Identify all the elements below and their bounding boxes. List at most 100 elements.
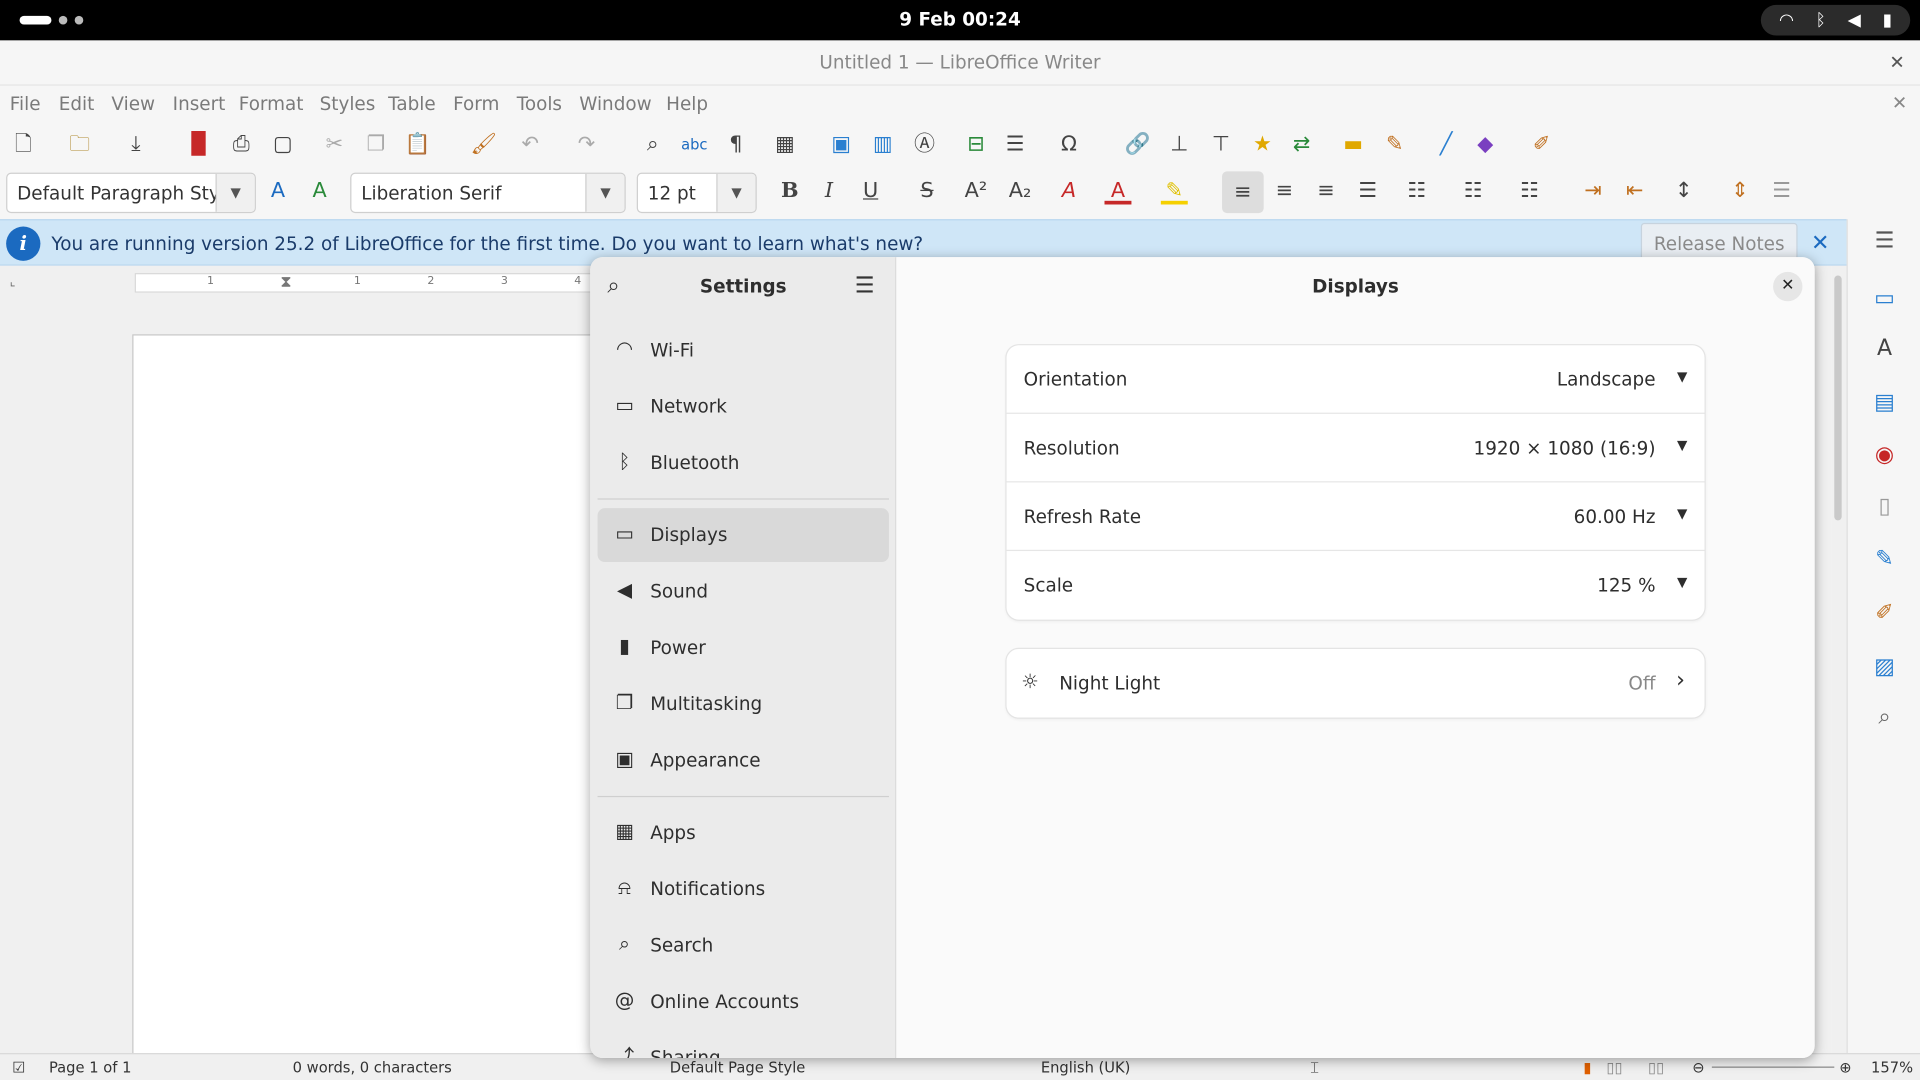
chevron-down-icon[interactable]: ▼: [215, 173, 255, 212]
paste-icon[interactable]: 📋: [404, 131, 431, 158]
insert-table-icon[interactable]: ▦: [771, 131, 798, 158]
paragraph-style-combo[interactable]: Default Paragraph Style ▼: [6, 172, 256, 214]
increase-indent-icon[interactable]: ⇥: [1580, 178, 1607, 205]
undo-icon[interactable]: ↶: [517, 131, 544, 158]
cut-icon[interactable]: ✂: [321, 131, 348, 158]
hamburger-menu-icon[interactable]: ☰: [855, 273, 875, 299]
sidebar-item-bluetooth[interactable]: ᛒ Bluetooth: [598, 436, 889, 490]
bullet-list-icon[interactable]: ☷: [1403, 178, 1430, 205]
refresh-rate-row[interactable]: Refresh Rate 60.00 Hz ▼: [1006, 482, 1705, 552]
language[interactable]: English (UK): [1041, 1059, 1131, 1076]
resolution-row[interactable]: Resolution 1920 × 1080 (16:9) ▼: [1006, 414, 1705, 483]
style-inspector-icon[interactable]: ✎: [1870, 545, 1899, 574]
sidebar-item-multitasking[interactable]: ❐ Multitasking: [598, 677, 889, 731]
font-color-icon[interactable]: A: [1104, 178, 1132, 205]
chevron-down-icon[interactable]: ▼: [716, 173, 756, 212]
justify-icon[interactable]: ☰: [1354, 178, 1381, 205]
word-count[interactable]: 0 words, 0 characters: [293, 1059, 452, 1076]
insert-chart-icon[interactable]: ▥: [869, 131, 896, 158]
sidebar-item-apps[interactable]: ▦ Apps: [598, 806, 889, 860]
underline-icon[interactable]: U: [857, 178, 884, 205]
sidebar-item-online-accounts[interactable]: @ Online Accounts: [598, 975, 889, 1029]
tab-stop-icon[interactable]: ⌞: [10, 276, 16, 289]
more-options-icon[interactable]: ☰: [1768, 178, 1795, 205]
track-changes-icon[interactable]: ✎: [1381, 131, 1408, 158]
menu-edit[interactable]: Edit: [59, 93, 95, 115]
doc-modified-icon[interactable]: ☑: [12, 1059, 25, 1076]
close-document-icon[interactable]: ✕: [1892, 92, 1907, 114]
sidebar-item-sound[interactable]: ◀ Sound: [598, 564, 889, 618]
update-style-icon[interactable]: A: [264, 178, 291, 205]
menu-tools[interactable]: Tools: [517, 93, 562, 115]
align-left-icon[interactable]: ≡: [1222, 171, 1264, 214]
manage-changes-icon[interactable]: ✐: [1870, 599, 1899, 628]
properties-icon[interactable]: ▭: [1870, 284, 1899, 313]
gallery-icon[interactable]: ▤: [1870, 388, 1899, 417]
scale-row[interactable]: Scale 125 % ▼: [1007, 551, 1705, 620]
night-light-row[interactable]: ☼ Night Light Off ›: [1007, 649, 1705, 718]
draw-functions-icon[interactable]: ✐: [1528, 131, 1555, 158]
scrollbar-thumb[interactable]: [1834, 275, 1842, 521]
menu-form[interactable]: Form: [453, 93, 499, 115]
page-style[interactable]: Default Page Style: [670, 1059, 806, 1076]
outline-list-icon[interactable]: ☷: [1516, 178, 1543, 205]
sidebar-item-network[interactable]: ▭ Network: [598, 380, 889, 434]
menu-help[interactable]: Help: [666, 93, 708, 115]
bookmark-icon[interactable]: ★: [1249, 131, 1276, 158]
zoom-level[interactable]: 157%: [1871, 1059, 1913, 1076]
superscript-icon[interactable]: A²: [962, 178, 989, 205]
cross-reference-icon[interactable]: ⇄: [1288, 131, 1315, 158]
new-document-icon[interactable]: 🗋: [10, 131, 37, 158]
decrease-indent-icon[interactable]: ⇤: [1621, 178, 1648, 205]
comment-icon[interactable]: ▬: [1340, 131, 1367, 158]
highlight-icon[interactable]: ✎: [1160, 178, 1188, 205]
sidebar-item-appearance[interactable]: ▣ Appearance: [598, 733, 889, 787]
menu-view[interactable]: View: [111, 93, 155, 115]
vertical-scrollbar[interactable]: [1831, 265, 1847, 1054]
paragraph-spacing-icon[interactable]: ⇕: [1727, 178, 1754, 205]
zoom-slider[interactable]: [1711, 1066, 1835, 1068]
zoom-out-icon[interactable]: ⊖: [1692, 1059, 1704, 1076]
align-right-icon[interactable]: ≡: [1313, 178, 1340, 205]
sidebar-item-sharing[interactable]: ⤴ Sharing: [598, 1031, 889, 1057]
font-size-combo[interactable]: 12 pt ▼: [636, 172, 757, 214]
styles-icon[interactable]: A: [1870, 334, 1899, 363]
clock[interactable]: 9 Feb 00:24: [0, 9, 1920, 31]
spelling-icon[interactable]: abc: [681, 131, 708, 158]
strikethrough-icon[interactable]: S: [913, 178, 940, 205]
basic-shapes-icon[interactable]: ◆: [1472, 131, 1499, 158]
orientation-row[interactable]: Orientation Landscape ▼: [1006, 345, 1705, 414]
find-icon[interactable]: ⌕: [1870, 703, 1899, 732]
book-view-icon[interactable]: ▯▯: [1648, 1059, 1664, 1076]
align-center-icon[interactable]: ≡: [1271, 178, 1298, 205]
multi-page-view-icon[interactable]: ▯▯: [1607, 1059, 1623, 1076]
selection-mode-icon[interactable]: ⌶: [1310, 1059, 1319, 1077]
zoom-in-icon[interactable]: ⊕: [1839, 1059, 1851, 1076]
indent-marker-icon[interactable]: ⧗: [280, 273, 291, 291]
clone-formatting-icon[interactable]: 🖌: [470, 131, 497, 158]
close-window-icon[interactable]: ✕: [1889, 51, 1904, 73]
close-icon[interactable]: ✕: [1773, 271, 1803, 302]
endnote-icon[interactable]: ⊤: [1207, 131, 1234, 158]
line-spacing-icon[interactable]: ↕: [1670, 178, 1697, 205]
page-break-icon[interactable]: ⊟: [962, 131, 989, 158]
line-icon[interactable]: ╱: [1433, 131, 1460, 158]
menu-window[interactable]: Window: [579, 93, 651, 115]
sidebar-item-search[interactable]: ⌕ Search: [598, 918, 889, 972]
export-pdf-icon[interactable]: ▉: [186, 131, 213, 158]
special-character-icon[interactable]: Ω: [1056, 131, 1083, 158]
redo-icon[interactable]: ↷: [573, 131, 600, 158]
find-replace-icon[interactable]: ⌕: [639, 131, 666, 158]
chevron-down-icon[interactable]: ▼: [585, 173, 625, 212]
sidebar-item-power[interactable]: ▮ Power: [598, 621, 889, 675]
menu-styles[interactable]: Styles: [320, 93, 376, 115]
insert-field-icon[interactable]: ☰: [1002, 131, 1029, 158]
new-style-icon[interactable]: A: [306, 178, 333, 205]
menu-file[interactable]: File: [10, 93, 41, 115]
sidebar-item-displays[interactable]: ▭ Displays: [597, 508, 889, 563]
insert-textbox-icon[interactable]: Ⓐ: [911, 131, 938, 158]
navigator-icon[interactable]: ◉: [1870, 441, 1899, 470]
design-icon[interactable]: ▨: [1870, 653, 1899, 682]
close-infobar-icon[interactable]: ✕: [1811, 230, 1829, 256]
numbered-list-icon[interactable]: ☷: [1460, 178, 1487, 205]
